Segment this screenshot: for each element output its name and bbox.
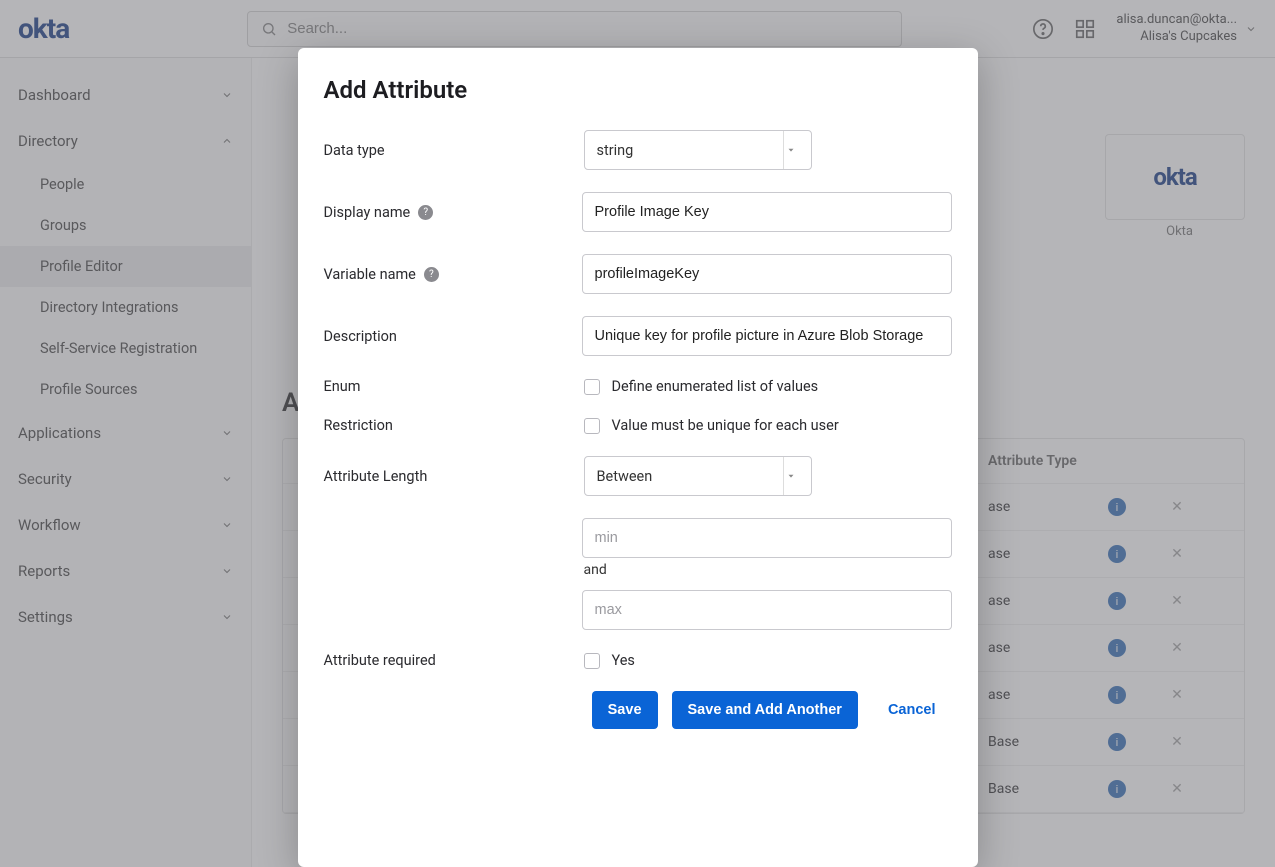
label-enum: Enum [324, 378, 564, 395]
required-checkbox[interactable] [584, 653, 600, 669]
required-checkbox-label: Yes [612, 652, 635, 669]
row-min [324, 518, 952, 558]
row-enum: Enum Define enumerated list of values [324, 378, 952, 395]
add-attribute-modal: Add Attribute Data type string Display n… [298, 48, 978, 867]
help-icon[interactable]: ? [418, 205, 433, 220]
row-display-name: Display name ? [324, 192, 952, 232]
label-description: Description [324, 328, 562, 345]
caret-down-icon [783, 131, 799, 169]
attr-length-select[interactable]: Between [584, 456, 812, 496]
restriction-checkbox[interactable] [584, 418, 600, 434]
row-data-type: Data type string [324, 130, 952, 170]
max-input[interactable] [582, 590, 952, 630]
data-type-select[interactable]: string [584, 130, 812, 170]
row-variable-name: Variable name ? [324, 254, 952, 294]
label-restriction: Restriction [324, 417, 564, 434]
label-variable-name: Variable name ? [324, 266, 562, 283]
variable-name-input[interactable] [582, 254, 952, 294]
row-max [324, 590, 952, 630]
modal-overlay: Add Attribute Data type string Display n… [0, 0, 1275, 867]
row-restriction: Restriction Value must be unique for eac… [324, 417, 952, 434]
modal-title: Add Attribute [324, 76, 952, 104]
caret-down-icon [783, 457, 799, 495]
restriction-checkbox-label: Value must be unique for each user [612, 417, 839, 434]
row-attr-length: Attribute Length Between [324, 456, 952, 496]
enum-checkbox-label: Define enumerated list of values [612, 378, 819, 395]
label-data-type: Data type [324, 142, 564, 159]
row-required: Attribute required Yes [324, 652, 952, 669]
description-input[interactable] [582, 316, 952, 356]
display-name-input[interactable] [582, 192, 952, 232]
label-attr-length: Attribute Length [324, 468, 564, 485]
modal-buttons: Save Save and Add Another Cancel [324, 691, 952, 729]
row-description: Description [324, 316, 952, 356]
and-label: and [584, 562, 952, 578]
cancel-button[interactable]: Cancel [872, 691, 952, 729]
save-add-another-button[interactable]: Save and Add Another [672, 691, 858, 729]
enum-checkbox[interactable] [584, 379, 600, 395]
help-icon[interactable]: ? [424, 267, 439, 282]
min-input[interactable] [582, 518, 952, 558]
save-button[interactable]: Save [592, 691, 658, 729]
label-display-name: Display name ? [324, 204, 562, 221]
label-required: Attribute required [324, 652, 564, 669]
